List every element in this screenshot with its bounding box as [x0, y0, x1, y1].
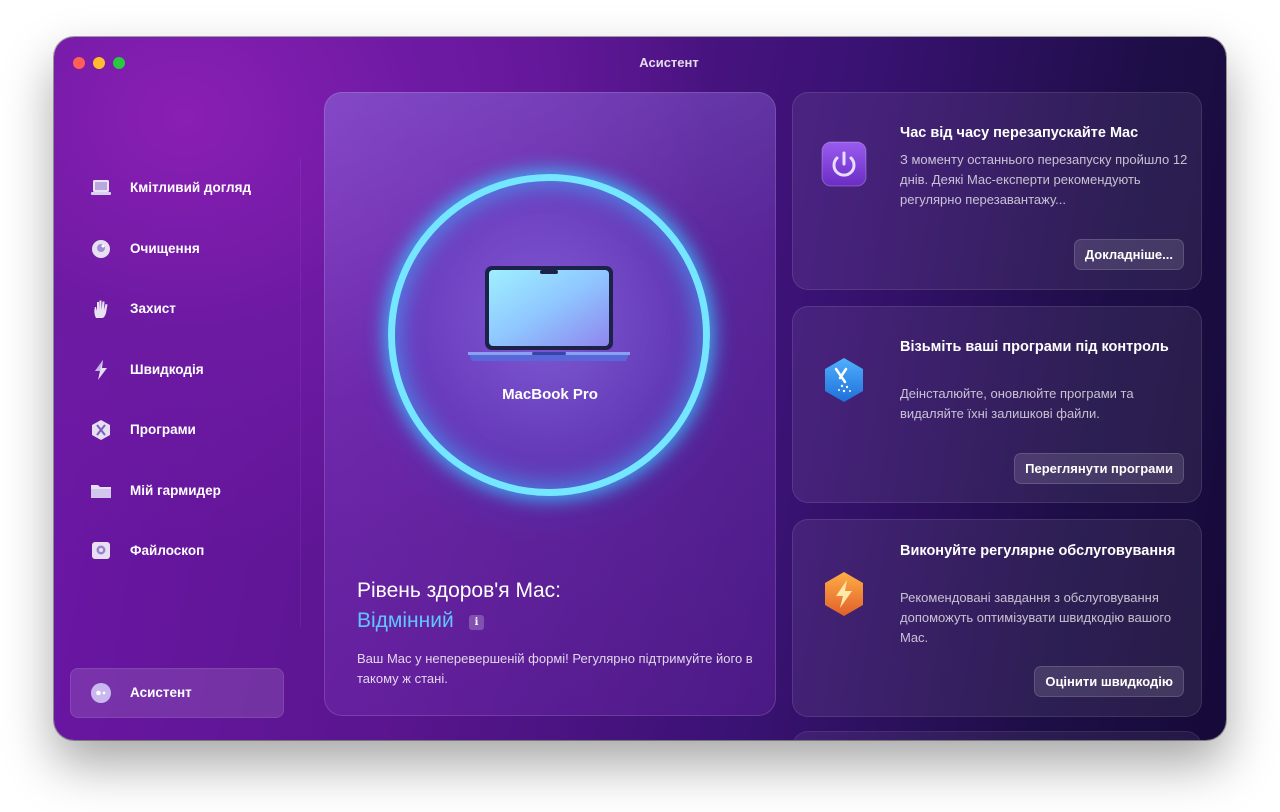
- sidebar-item-label: Очищення: [130, 241, 200, 256]
- maintenance-card: Виконуйте регулярне обслуговування Реком…: [792, 519, 1202, 717]
- space-lens-icon: [92, 542, 110, 559]
- health-description: Ваш Mac у неперевершеній формі! Регулярн…: [357, 651, 753, 686]
- sidebar-item-label: Асистент: [130, 685, 192, 700]
- assistant-icon: [91, 683, 111, 703]
- card-description: Деінсталюйте, оновлюйте програми та вида…: [900, 386, 1134, 421]
- card-title: Виконуйте регулярне обслуговування: [900, 543, 1176, 559]
- assess-performance-button[interactable]: Оцінити швидкодію: [1034, 666, 1184, 697]
- sidebar: Кмітливий догляд Очищення Захист Швидкод…: [54, 89, 300, 740]
- card-title: Візьміть ваші програми під контроль: [900, 339, 1169, 355]
- info-icon[interactable]: i: [469, 615, 484, 630]
- apps-hex-icon: [825, 358, 863, 402]
- performance-icon: [95, 360, 107, 380]
- sidebar-item-smart-care[interactable]: Кмітливий догляд: [70, 168, 284, 208]
- sidebar-item-applications[interactable]: Програми: [70, 410, 284, 450]
- sidebar-item-performance[interactable]: Швидкодія: [70, 350, 284, 390]
- cleanup-icon: [92, 240, 110, 258]
- view-apps-button[interactable]: Переглянути програми: [1014, 453, 1184, 484]
- device-name: MacBook Pro: [502, 386, 598, 403]
- sidebar-item-cleanup[interactable]: Очищення: [70, 229, 284, 269]
- title-bar: Асистент: [54, 37, 1226, 89]
- card-title: Час від часу перезапускайте Mac: [900, 125, 1139, 141]
- smart-care-icon: [91, 180, 111, 195]
- folder-clutter-icon: [91, 485, 111, 498]
- macbook-icon: [468, 266, 630, 361]
- next-card-partial: [792, 731, 1202, 740]
- sidebar-item-label: Програми: [130, 422, 196, 437]
- power-icon: [821, 141, 867, 187]
- sidebar-item-protection[interactable]: Захист: [70, 289, 284, 329]
- protection-hand-icon: [94, 300, 108, 318]
- sidebar-item-space-lens[interactable]: Файлоскоп: [70, 531, 284, 571]
- card-description: Рекомендовані завдання з обслуговування …: [900, 590, 1172, 645]
- sidebar-item-label: Мій гармидер: [130, 483, 221, 498]
- sidebar-item-label: Захист: [130, 301, 176, 316]
- sidebar-item-my-clutter[interactable]: Мій гармидер: [70, 471, 284, 511]
- sidebar-item-label: Файлоскоп: [130, 543, 205, 558]
- card-description: З моменту останнього перезапуску пройшло…: [900, 152, 1188, 207]
- sidebar-item-label: Швидкодія: [130, 362, 204, 377]
- lightning-icon: [825, 572, 863, 616]
- health-status: Відмінний: [357, 609, 454, 632]
- sidebar-item-label: Кмітливий догляд: [130, 180, 252, 195]
- learn-more-button[interactable]: Докладніше...: [1073, 239, 1184, 270]
- sidebar-divider: [300, 157, 301, 627]
- mac-health-card: MacBook Pro Рівень здоров'я Mac: Відмінн…: [324, 92, 776, 716]
- window-title: Асистент: [639, 55, 699, 70]
- sidebar-item-assistant[interactable]: Асистент: [70, 668, 284, 718]
- applications-icon: [92, 420, 110, 440]
- apps-card: Візьміть ваші програми під контроль Деін…: [792, 306, 1202, 503]
- app-window: Асистент Кмітливий догляд Очищення Захис…: [54, 37, 1226, 740]
- health-title: Рівень здоров'я Mac:: [357, 579, 561, 602]
- restart-card: Час від часу перезапускайте Mac З момент…: [792, 92, 1202, 290]
